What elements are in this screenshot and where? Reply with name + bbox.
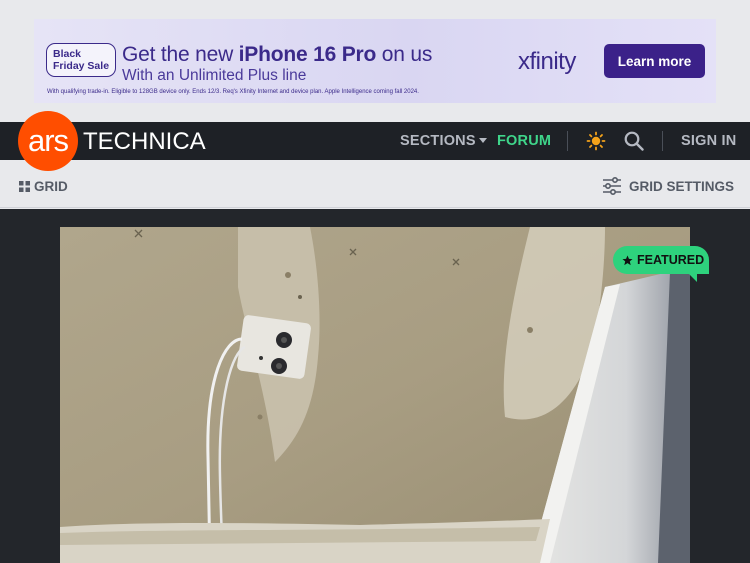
ad-headline-pre: Get the new [122, 43, 239, 66]
star-icon [622, 254, 633, 265]
search-icon[interactable] [623, 130, 645, 152]
sections-label: SECTIONS [400, 133, 476, 149]
featured-badge: FEATURED [613, 246, 709, 274]
chevron-down-icon [478, 137, 487, 143]
ad-headline-post: on us [376, 43, 433, 66]
xfinity-logo: xfinity [518, 48, 576, 75]
nav-divider [662, 131, 663, 151]
grid-icon [19, 181, 30, 192]
featured-label: FEATURED [637, 253, 705, 267]
sign-in-link[interactable]: SIGN IN [681, 133, 736, 149]
ad-headline-product: iPhone 16 Pro [238, 43, 377, 66]
grid-settings-button[interactable]: GRID SETTINGS [629, 179, 734, 194]
black-friday-badge: Black Friday Sale [46, 43, 116, 77]
learn-more-button[interactable]: Learn more [604, 44, 705, 78]
ad-subline: With an Unlimited Plus line [122, 67, 307, 84]
badge-line-2: Friday Sale [53, 60, 110, 72]
ad-banner[interactable]: Black Friday Sale Get the new iPhone 16 … [34, 19, 716, 103]
ars-logo-mark[interactable]: ars [18, 111, 78, 171]
ad-headline: Get the new iPhone 16 Pro on us [122, 43, 432, 67]
forum-link[interactable]: FORUM [497, 133, 551, 149]
nav-divider [567, 131, 568, 151]
technica-logo-text[interactable]: TECHNICA [83, 128, 206, 156]
sliders-icon [603, 176, 621, 196]
featured-badge-tail [687, 272, 697, 282]
grid-view-toggle[interactable]: GRID [34, 179, 68, 194]
featured-article-image[interactable] [60, 227, 690, 563]
ad-fine-print: With qualifying trade-in. Eligible to 12… [47, 89, 419, 95]
sun-icon[interactable] [586, 131, 606, 151]
sections-menu[interactable]: SECTIONS [400, 133, 487, 149]
badge-line-1: Black [53, 48, 82, 60]
